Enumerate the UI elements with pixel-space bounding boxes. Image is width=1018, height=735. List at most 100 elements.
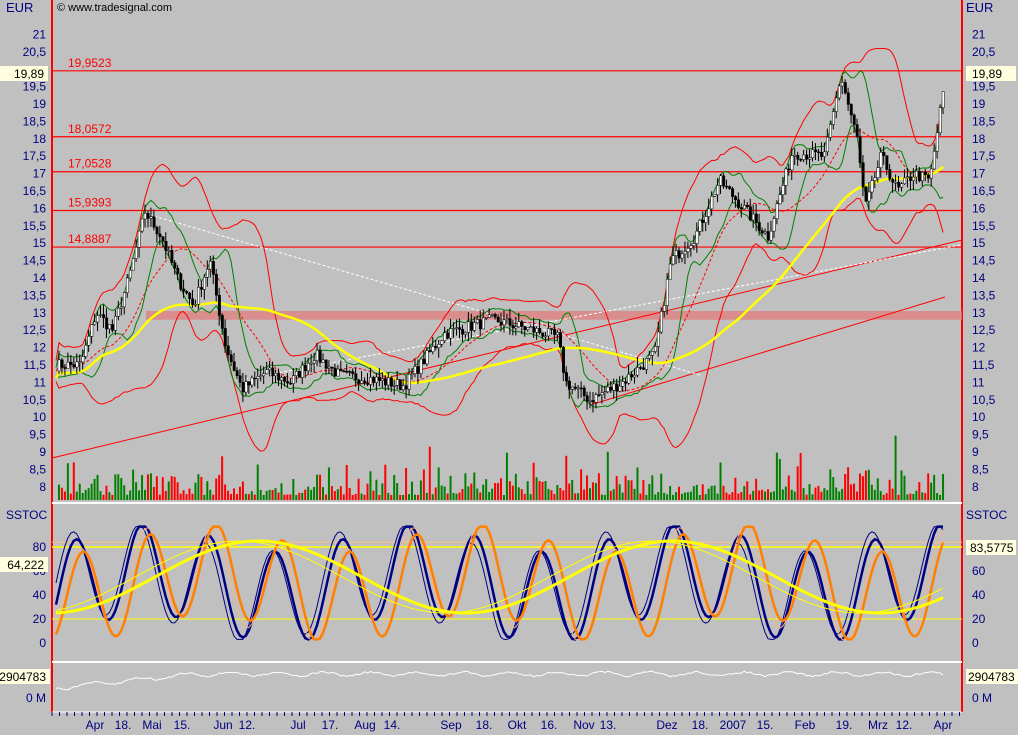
candle [455, 327, 459, 329]
volume-bar [393, 474, 396, 500]
candle [440, 340, 444, 345]
volume-bar [737, 493, 740, 500]
candle [167, 250, 171, 252]
candle [903, 177, 907, 184]
volume-bar [749, 494, 752, 500]
sstoc-tick-right: 40 [972, 588, 986, 602]
volume-bar [502, 494, 505, 500]
candle [891, 179, 895, 183]
volume-bar [322, 487, 324, 500]
volume-bar [624, 475, 627, 500]
volume-bar [304, 489, 307, 500]
sstoc-tick-right: 0 [972, 636, 979, 650]
candle [280, 377, 284, 381]
volume-bar [778, 459, 781, 500]
candle [535, 328, 539, 333]
volume-bar [879, 491, 882, 500]
volume-bar [416, 494, 419, 500]
volume-bar [66, 463, 69, 500]
volume-tick-left: 0 M [26, 691, 46, 705]
volume-bar [152, 486, 155, 500]
volume-bar [381, 483, 384, 500]
x-axis-label: Nov [573, 718, 594, 732]
volume-bar [743, 486, 746, 500]
volume-bar [903, 475, 906, 500]
volume-bar [327, 467, 330, 500]
volume-bar [69, 493, 72, 500]
candle [790, 155, 794, 171]
x-axis-label: Jul [290, 718, 305, 732]
volume-bar [63, 491, 66, 500]
volume-bar [164, 490, 167, 500]
price-tick-left: 13 [33, 306, 47, 320]
candle [550, 328, 554, 330]
candle [674, 250, 678, 256]
volume-bar [571, 479, 574, 500]
volume-bar [182, 490, 185, 500]
price-tick-right: 9 [972, 445, 979, 459]
sstoc-tick-left: 0 [39, 636, 46, 650]
candle [99, 314, 103, 316]
volume-bar [939, 494, 942, 500]
volume-bar [541, 481, 544, 500]
price-tick-left: 12,5 [23, 323, 47, 337]
price-tick-right: 20,5 [972, 45, 996, 59]
volume-bar [669, 486, 672, 500]
volume-bar [829, 469, 832, 500]
price-tick-right: 14,5 [972, 254, 996, 268]
volume-bar [577, 493, 580, 500]
candle [434, 346, 438, 348]
volume-bar [583, 489, 586, 500]
volume-bar [645, 494, 648, 500]
candle [330, 366, 334, 369]
volume-bar [360, 493, 363, 500]
volume-bar [233, 488, 235, 500]
volume-bar [238, 486, 241, 500]
volume-bar [132, 469, 135, 500]
currency-label-right: EUR [966, 0, 993, 15]
price-tick-left: 11,5 [24, 358, 47, 372]
volume-bar [274, 488, 277, 500]
candle [238, 375, 242, 383]
volume-bar [930, 482, 933, 500]
candle [630, 374, 634, 378]
volume-bar [787, 475, 790, 500]
volume-bar [428, 446, 431, 500]
volume-bar [90, 483, 93, 500]
x-axis-label: 15. [757, 718, 774, 732]
candle [179, 273, 183, 290]
volume-bar [642, 480, 645, 500]
candle [505, 318, 509, 321]
x-axis-label: Apr [934, 718, 953, 732]
candle [778, 194, 782, 205]
chart-canvas[interactable]: EUR EUR © www.tradesignal.com SSTOC SSTO… [0, 0, 1018, 735]
candle [832, 111, 835, 125]
fib-level-label: 15,9393 [68, 195, 112, 209]
candle [796, 154, 800, 160]
candle [395, 379, 399, 386]
x-axis-label: 18. [476, 718, 493, 732]
volume-bar [639, 493, 642, 500]
volume-bar [387, 492, 390, 500]
currency-label-left: EUR [6, 0, 33, 15]
candle [544, 335, 548, 338]
volume-bar [856, 491, 858, 500]
candle [197, 287, 201, 305]
volume-bar [336, 489, 339, 500]
volume-bar [651, 475, 654, 500]
last-price-left: 19,89 [14, 67, 44, 81]
volume-bar [586, 475, 589, 500]
candle [283, 377, 287, 382]
candle [654, 346, 657, 352]
volume-bar [767, 489, 769, 500]
candle [419, 358, 423, 374]
candle [606, 386, 610, 392]
volume-bar [826, 490, 829, 500]
envelope-upper [55, 70, 944, 389]
candle [490, 314, 494, 316]
candle [929, 168, 933, 179]
candle [645, 358, 649, 370]
volume-bar [764, 491, 767, 500]
volume-bar [464, 473, 467, 500]
candle [923, 171, 927, 176]
